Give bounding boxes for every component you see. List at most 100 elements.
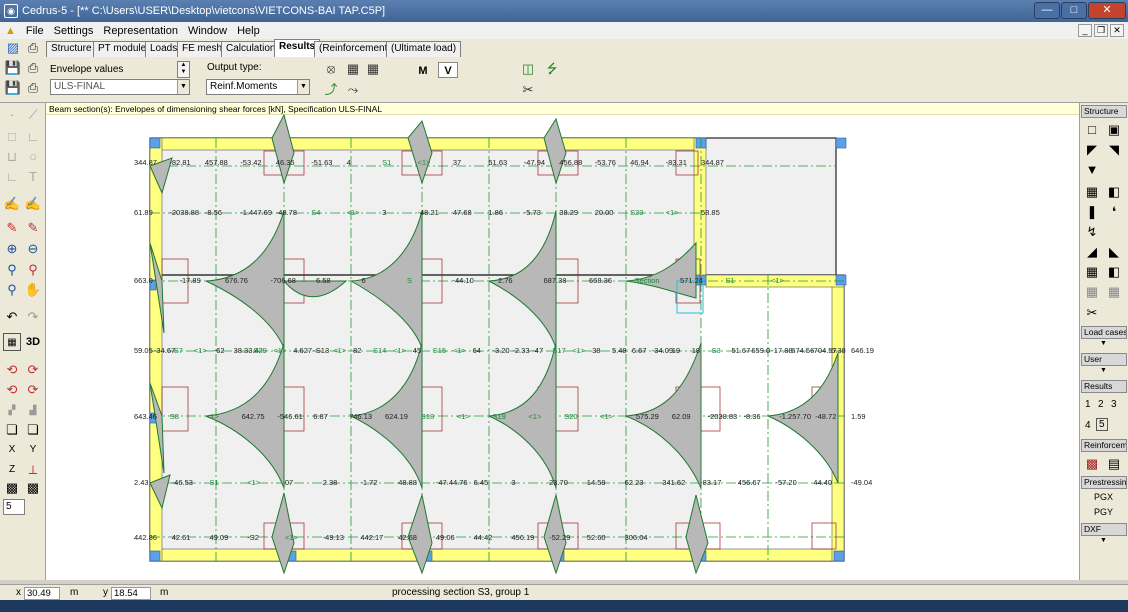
tab-calculation[interactable]: Calculation	[221, 41, 281, 57]
view-front-icon[interactable]: ▞	[3, 401, 21, 419]
rotate-left-icon[interactable]: ⟲	[3, 361, 21, 379]
pan-hand-icon[interactable]: ✋	[24, 281, 42, 299]
2d-view-icon[interactable]: ▦	[3, 333, 21, 351]
cut-icon[interactable]: ✂	[1083, 304, 1101, 322]
column-round-icon[interactable]: ❛	[1105, 203, 1123, 221]
pencil-icon[interactable]: ✎	[3, 219, 21, 237]
point-support-icon[interactable]: ◢	[1083, 243, 1101, 261]
area-support-icon[interactable]: ▦	[1083, 263, 1101, 281]
results-step-1[interactable]: 1	[1085, 399, 1091, 410]
print-icon[interactable]: ⎙	[24, 39, 42, 57]
line-icon[interactable]: ⟋	[24, 106, 42, 124]
tab-structure[interactable]: Structure	[46, 41, 97, 57]
select-window-icon[interactable]: ✍	[3, 195, 21, 213]
values-grid-icon[interactable]: ▦	[344, 60, 362, 78]
section-cut-icon[interactable]: ⤳	[344, 81, 362, 99]
axes-icon[interactable]: ⟂	[24, 461, 42, 479]
axis-x-icon[interactable]: X	[3, 441, 21, 459]
chevron-down-icon[interactable]: ▼	[1100, 537, 1107, 544]
support-icon[interactable]: ▼	[1083, 161, 1101, 179]
results-step-5[interactable]: 5	[1096, 418, 1108, 431]
results-panel-header[interactable]: Results	[1081, 380, 1127, 393]
bar-chart-icon[interactable]: ▩	[1083, 455, 1101, 473]
structure-panel-header[interactable]: Structure	[1081, 105, 1127, 118]
reinforcement-icon[interactable]: ◫	[519, 60, 537, 78]
mdi-minimize-button[interactable]: _	[1078, 24, 1092, 37]
text-icon[interactable]: T	[24, 168, 42, 186]
print-setup-icon[interactable]: ⎙	[24, 79, 42, 97]
select-cross-icon[interactable]: ✍	[24, 195, 42, 213]
line-support-icon[interactable]: ◣	[1105, 243, 1123, 261]
zoom-in-icon[interactable]: ⊕	[3, 240, 21, 258]
hatch-icon[interactable]: ⦻	[322, 60, 340, 78]
table-icon[interactable]: ▦	[364, 60, 382, 78]
maximize-button[interactable]: □	[1061, 2, 1087, 19]
view-side-icon[interactable]: ▟	[24, 401, 42, 419]
envelope-select[interactable]: ULS-FINAL ▼	[50, 79, 190, 95]
load-cases-panel-header[interactable]: Load cases	[1081, 326, 1127, 339]
polygon-icon[interactable]: ∟	[24, 128, 42, 146]
hinge-icon[interactable]: ◧	[1105, 263, 1123, 281]
pgy-button[interactable]: PGY	[1094, 507, 1113, 517]
opening-icon[interactable]: ◥	[1105, 141, 1123, 159]
redo-icon[interactable]: ↷	[24, 308, 42, 326]
beam-icon[interactable]: ▦	[1083, 183, 1101, 201]
prestressing-panel-header[interactable]: Prestressin	[1081, 476, 1127, 489]
zoom-out-icon[interactable]: ⊖	[24, 240, 42, 258]
lightning-icon[interactable]: ⭍	[543, 60, 561, 78]
rotate-down-icon[interactable]: ⟳	[24, 381, 42, 399]
rectangle-icon[interactable]: □	[3, 128, 21, 146]
axis-y-icon[interactable]: Y	[24, 441, 42, 459]
dxf-panel-header[interactable]: DXF	[1081, 523, 1127, 536]
save-icon[interactable]: 💾	[4, 59, 22, 77]
save-as-icon[interactable]: 💾	[4, 79, 22, 97]
chevron-down-icon[interactable]: ▼	[1100, 367, 1107, 374]
cube-back-icon[interactable]: ❏	[24, 421, 42, 439]
camera-settings-icon[interactable]: ▩	[24, 479, 42, 497]
zoom-all-icon[interactable]: ⚲	[24, 261, 42, 279]
pgx-button[interactable]: PGX	[1094, 492, 1113, 502]
minimize-button[interactable]: —	[1034, 2, 1060, 19]
slab-icon[interactable]: □	[1083, 121, 1101, 139]
corner-icon[interactable]: ∟	[3, 168, 21, 186]
circle-icon[interactable]: ○	[24, 148, 42, 166]
axis-z-icon[interactable]: Z	[3, 461, 21, 479]
user-panel-header[interactable]: User	[1081, 353, 1127, 366]
zoom-window-icon[interactable]: ⚲	[3, 261, 21, 279]
menu-help[interactable]: Help	[232, 25, 265, 37]
eraser-icon[interactable]: ✎	[24, 219, 42, 237]
menu-file[interactable]: File	[21, 25, 49, 37]
moment-button[interactable]: M	[413, 63, 433, 79]
reinforcement-table-icon[interactable]: ▤	[1105, 455, 1123, 473]
mdi-restore-button[interactable]: ❐	[1094, 24, 1108, 37]
tree-icon[interactable]: ▨	[4, 39, 22, 57]
3d-view-button[interactable]: 3D	[24, 333, 42, 351]
envelope-spinner[interactable]: ▲ ▼	[177, 61, 190, 78]
diagram-line-icon[interactable]: ⤴	[322, 81, 340, 99]
output-type-select[interactable]: Reinf.Moments ▼	[206, 79, 310, 95]
grid-fine-icon[interactable]: ▦	[1105, 283, 1123, 301]
tab-ultimate-load[interactable]: (Ultimate load)	[386, 41, 462, 57]
menu-representation[interactable]: Representation	[98, 25, 183, 37]
chevron-down-icon[interactable]: ▼	[1100, 340, 1107, 347]
reinforcement-panel-header[interactable]: Reinforcem	[1081, 439, 1127, 452]
results-step-2[interactable]: 2	[1098, 399, 1104, 410]
undo-icon[interactable]: ↶	[3, 308, 21, 326]
close-button[interactable]: ✕	[1088, 2, 1126, 19]
results-step-4[interactable]: 4	[1085, 420, 1091, 431]
zoom-realtime-icon[interactable]: ⚲	[3, 281, 21, 299]
printer-icon[interactable]: ⎙	[24, 59, 42, 77]
camera-icon[interactable]: ▩	[3, 479, 21, 497]
menu-app-icon[interactable]: ▲	[0, 25, 21, 37]
results-step-3[interactable]: 3	[1111, 399, 1117, 410]
wall-icon[interactable]: ◤	[1083, 141, 1101, 159]
tab-reinforcement[interactable]: (Reinforcement)	[314, 41, 396, 57]
step-field[interactable]: 5	[3, 499, 25, 515]
shape-icon[interactable]: ⊔	[3, 148, 21, 166]
menu-window[interactable]: Window	[183, 25, 232, 37]
scissors-icon[interactable]: ✂	[519, 81, 537, 99]
mdi-close-button[interactable]: ✕	[1110, 24, 1124, 37]
cube-front-icon[interactable]: ❏	[3, 421, 21, 439]
shear-button[interactable]: V	[438, 62, 458, 78]
spring-icon[interactable]: ↯	[1083, 223, 1101, 241]
